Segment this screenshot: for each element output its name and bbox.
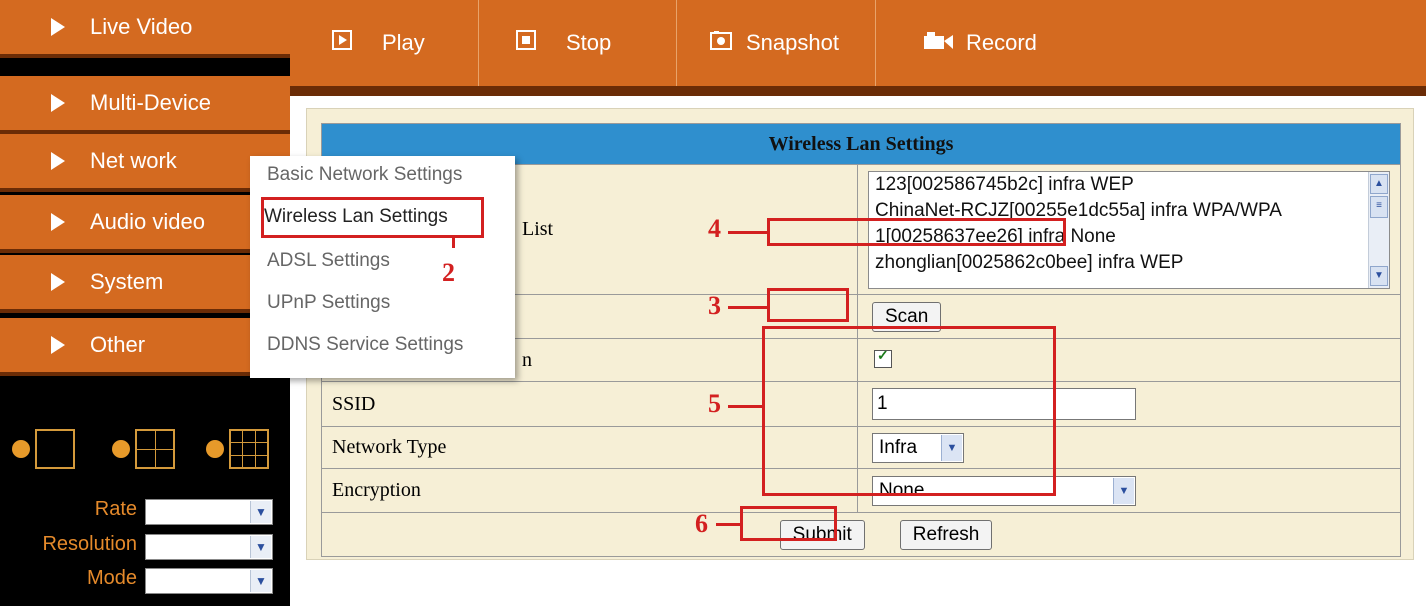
nav-live-video[interactable]: Live Video	[0, 0, 290, 58]
chevron-down-icon[interactable]: ▼	[250, 501, 271, 523]
resolution-control: Resolution ▼	[0, 531, 290, 563]
radio-dot-icon[interactable]	[112, 440, 130, 458]
mode-control: Mode ▼	[0, 565, 290, 597]
nav-label: Audio video	[90, 209, 205, 234]
nav-audio-video[interactable]: Audio video	[0, 195, 290, 253]
annotation-5: 5	[708, 389, 721, 418]
play-label: Play	[382, 30, 425, 55]
radio-dot-icon[interactable]	[206, 440, 224, 458]
triangle-right-icon	[51, 213, 65, 231]
triangle-right-icon	[51, 273, 65, 291]
highlight-fields	[762, 326, 1056, 496]
nav-label: Multi-Device	[90, 90, 212, 115]
chevron-down-icon[interactable]: ▼	[1113, 477, 1134, 504]
network-item[interactable]: zhonglian[0025862c0bee] infra WEP	[869, 250, 1389, 276]
annotation-3: 3	[708, 291, 721, 320]
annotation-6: 6	[695, 509, 708, 538]
triangle-right-icon	[51, 94, 65, 112]
triangle-right-icon	[51, 18, 65, 36]
annotation-line	[716, 523, 740, 526]
record-button[interactable]: Record	[924, 0, 1037, 86]
highlight-wireless-menu	[261, 197, 484, 238]
highlight-submit	[740, 506, 837, 541]
sidebar: Live Video Multi-Device Net work Audio v…	[0, 0, 290, 606]
network-item[interactable]: 123[002586745b2c] infra WEP	[869, 172, 1389, 198]
nine-view-icon[interactable]	[229, 429, 269, 469]
camera-icon	[710, 30, 732, 56]
play-icon	[332, 30, 352, 56]
annotation-line	[452, 238, 455, 248]
scroll-up-icon[interactable]: ▲	[1370, 173, 1388, 194]
annotation-line	[728, 231, 767, 234]
snapshot-button[interactable]: Snapshot	[710, 0, 839, 86]
chevron-down-icon[interactable]: ▼	[250, 536, 271, 558]
mode-select[interactable]: ▼	[145, 568, 273, 594]
network-submenu: Basic Network Settings Wireless Lan Sett…	[250, 156, 515, 378]
nav-multi-device[interactable]: Multi-Device	[0, 76, 290, 134]
stop-button[interactable]: Stop	[516, 0, 611, 86]
scrollbar[interactable]: ▲ ≡ ▼	[1368, 171, 1389, 288]
stop-icon	[516, 30, 536, 56]
menu-ddns[interactable]: DDNS Service Settings	[267, 334, 463, 356]
nav-label: System	[90, 269, 164, 294]
record-label: Record	[966, 30, 1037, 55]
refresh-button[interactable]: Refresh	[899, 519, 993, 550]
rate-control: Rate ▼	[0, 496, 290, 528]
highlight-scan	[767, 288, 849, 322]
rate-label: Rate	[94, 498, 137, 520]
annotation-line	[728, 306, 767, 309]
play-button[interactable]: Play	[332, 0, 425, 86]
nav-network[interactable]: Net work	[0, 134, 290, 192]
annotation-line	[728, 405, 762, 408]
nav-system[interactable]: System	[0, 255, 290, 313]
mode-label: Mode	[86, 567, 137, 589]
nav-label: Live Video	[90, 14, 193, 39]
resolution-select[interactable]: ▼	[145, 534, 273, 560]
triangle-right-icon	[51, 336, 65, 354]
chevron-down-icon[interactable]: ▼	[250, 570, 271, 592]
resolution-label: Resolution	[42, 533, 137, 555]
quad-view-icon[interactable]	[135, 429, 175, 469]
rate-select[interactable]: ▼	[145, 499, 273, 525]
single-view-icon[interactable]	[35, 429, 75, 469]
annotation-2: 2	[442, 258, 455, 287]
highlight-network-item	[767, 218, 1066, 246]
video-camera-icon	[924, 30, 954, 56]
nav-label: Other	[90, 332, 146, 357]
menu-adsl[interactable]: ADSL Settings	[267, 250, 390, 272]
snapshot-label: Snapshot	[746, 30, 839, 55]
menu-basic-network[interactable]: Basic Network Settings	[267, 164, 462, 186]
radio-dot-icon[interactable]	[12, 440, 30, 458]
triangle-right-icon	[51, 152, 65, 170]
nav-label: Net work	[90, 148, 177, 173]
annotation-4: 4	[708, 214, 721, 243]
layout-selector	[0, 418, 290, 478]
toolbar: Play Stop Snapshot Record	[290, 0, 1426, 86]
stop-label: Stop	[566, 30, 612, 55]
menu-upnp[interactable]: UPnP Settings	[267, 292, 390, 314]
toolbar-divider	[290, 86, 1426, 96]
nav-other[interactable]: Other	[0, 318, 290, 376]
scroll-down-icon[interactable]: ▼	[1370, 265, 1388, 286]
scroll-thumb[interactable]: ≡	[1370, 195, 1388, 218]
